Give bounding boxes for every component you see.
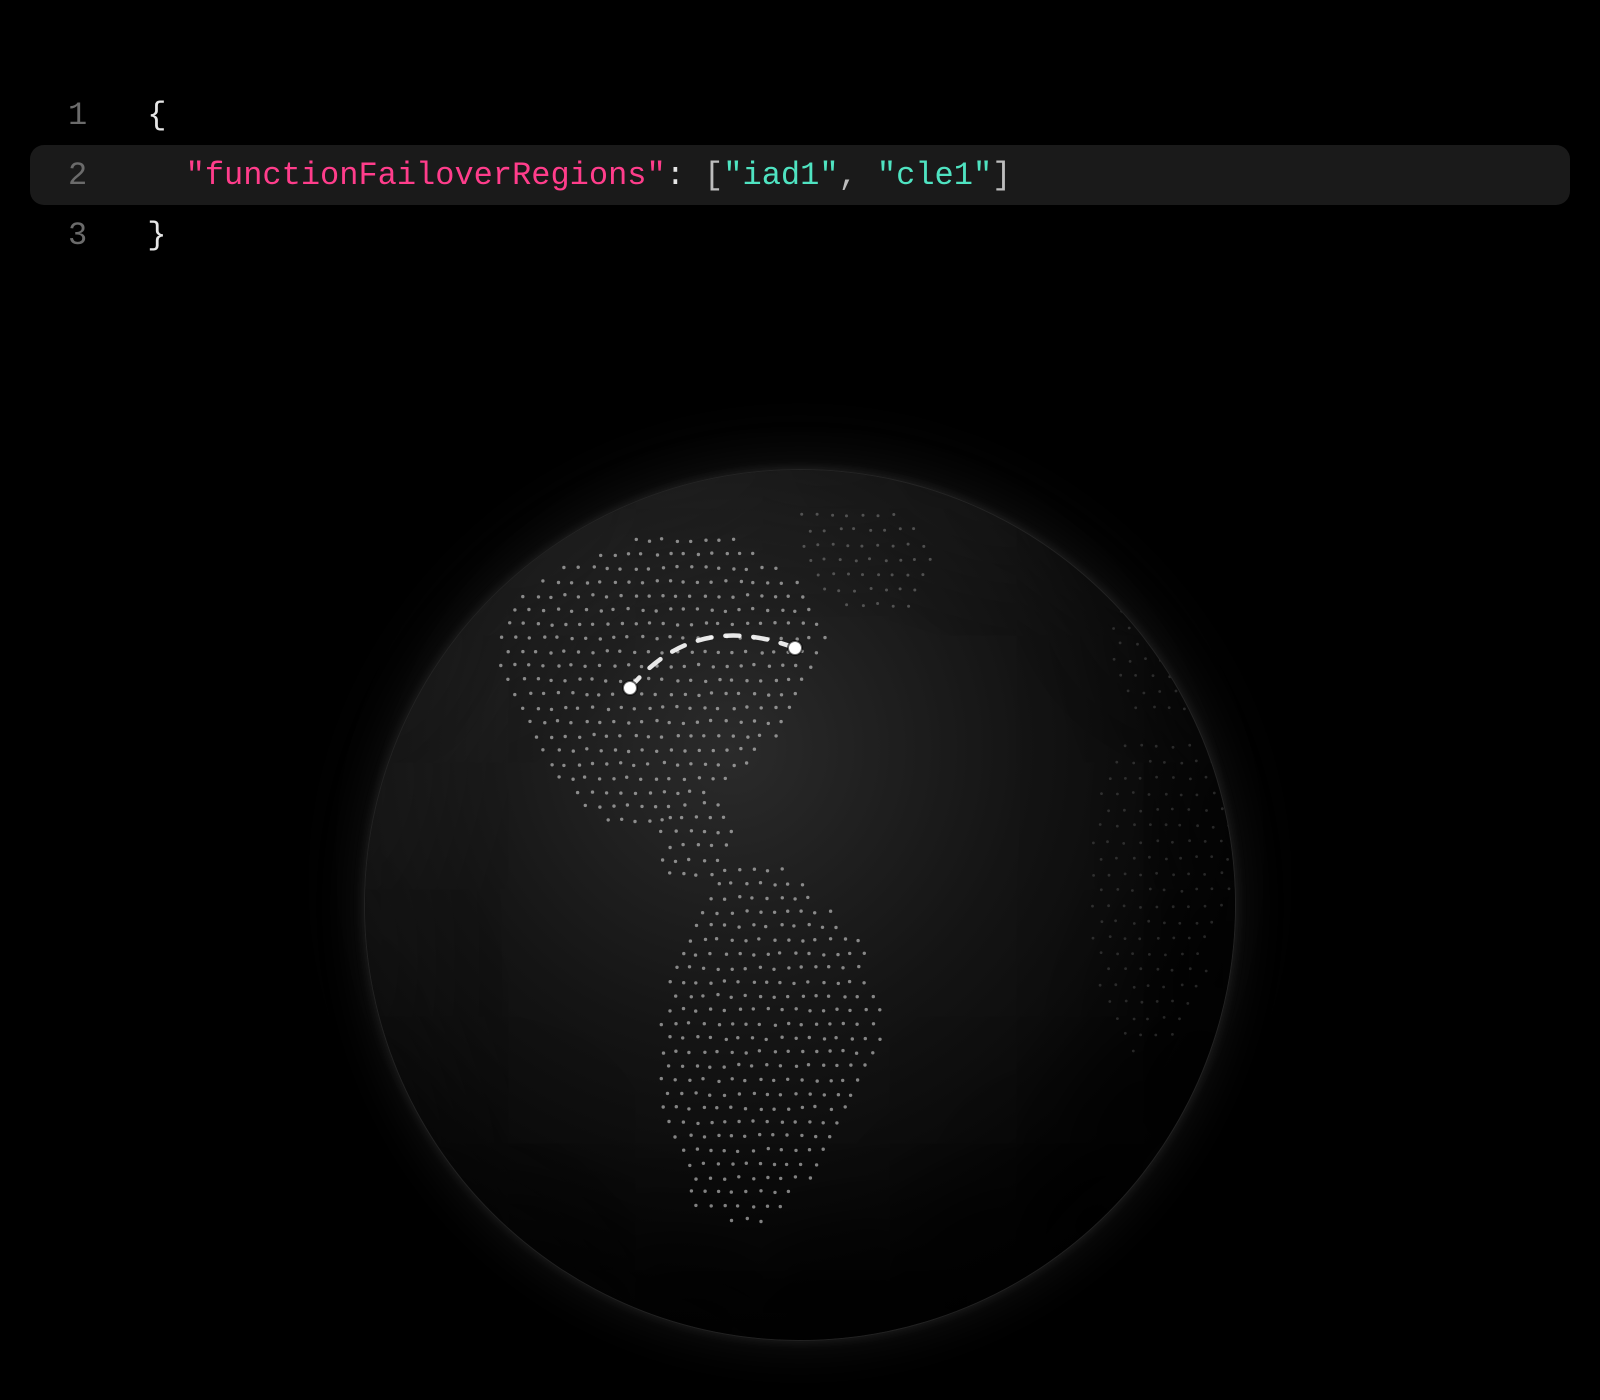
line-number: 2 xyxy=(48,157,128,194)
code-content: } xyxy=(128,217,166,254)
code-line: 1 { xyxy=(30,85,1570,145)
land-dots-greenland xyxy=(800,513,932,608)
land-dots-south-america xyxy=(660,867,882,1223)
globe-illustration xyxy=(365,470,1235,1340)
code-line-highlighted: 2 "functionFailoverRegions": ["iad1", "c… xyxy=(30,145,1570,205)
code-content: "functionFailoverRegions": ["iad1", "cle… xyxy=(128,157,1011,194)
land-dots-north-america xyxy=(499,537,827,877)
line-number: 3 xyxy=(48,217,128,254)
code-editor: 1 { 2 "functionFailoverRegions": ["iad1"… xyxy=(30,85,1570,265)
region-marker-cle1 xyxy=(623,681,637,695)
line-number: 1 xyxy=(48,97,128,134)
code-content: { xyxy=(128,97,166,134)
globe-svg xyxy=(365,470,1235,1340)
land-dots-europe xyxy=(1112,595,1227,711)
land-dots-africa xyxy=(1091,744,1230,1053)
code-line: 3 } xyxy=(30,205,1570,265)
region-connection-arc xyxy=(630,636,795,688)
region-marker-iad1 xyxy=(788,641,802,655)
